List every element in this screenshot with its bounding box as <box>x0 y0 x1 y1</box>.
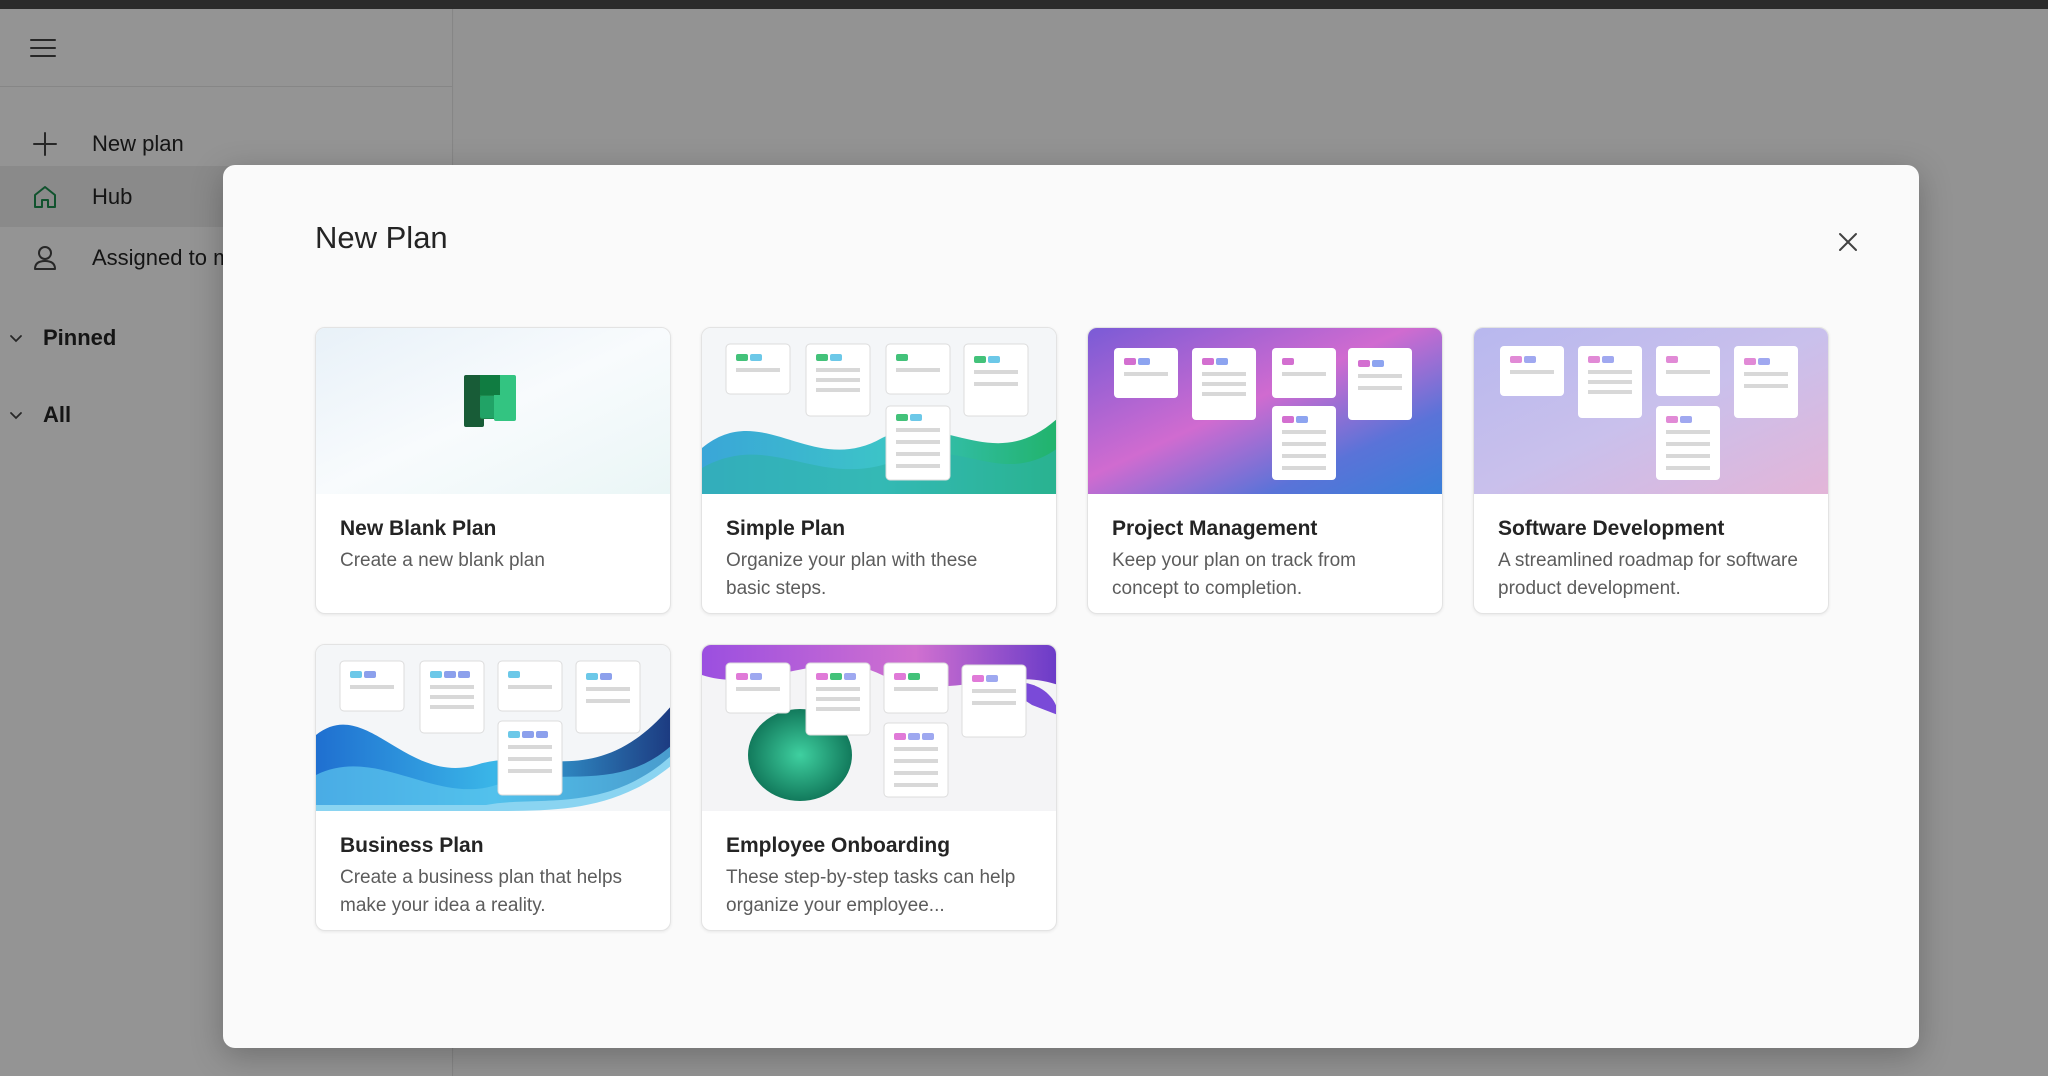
close-icon[interactable] <box>1833 227 1863 257</box>
template-card-software-development[interactable]: Software Development A streamlined roadm… <box>1473 327 1829 614</box>
template-card-new-blank-plan[interactable]: New Blank Plan Create a new blank plan <box>315 327 671 614</box>
template-title: Business Plan <box>340 834 484 857</box>
template-title: Software Development <box>1498 517 1725 540</box>
template-card-employee-onboarding[interactable]: Employee Onboarding These step-by-step t… <box>701 644 1057 931</box>
template-description: These step-by-step tasks can help organi… <box>726 867 1016 916</box>
template-thumbnail <box>1474 328 1828 494</box>
template-title: New Blank Plan <box>340 517 497 540</box>
template-thumbnail <box>702 328 1056 494</box>
template-card-business-plan[interactable]: Business Plan Create a business plan tha… <box>315 644 671 931</box>
new-plan-dialog: New Plan New Blank Plan Create a new bla… <box>223 165 1919 1048</box>
template-description: Organize your plan with these basic step… <box>726 550 978 599</box>
template-card-simple-plan[interactable]: Simple Plan Organize your plan with thes… <box>701 327 1057 614</box>
template-card-project-management[interactable]: Project Management Keep your plan on tra… <box>1087 327 1443 614</box>
template-description: Create a new blank plan <box>340 550 545 571</box>
dialog-title: New Plan <box>315 220 448 255</box>
template-thumbnail <box>1088 328 1442 494</box>
template-thumbnail <box>316 328 670 494</box>
template-thumbnail <box>702 645 1056 811</box>
template-thumbnail <box>316 645 670 811</box>
template-title: Simple Plan <box>726 517 846 540</box>
template-description: A streamlined roadmap for software produ… <box>1498 550 1798 599</box>
window-top-bar <box>0 0 2048 9</box>
template-description: Create a business plan that helps make y… <box>340 867 623 916</box>
template-title: Project Management <box>1112 517 1318 540</box>
template-description: Keep your plan on track from concept to … <box>1112 550 1356 599</box>
template-title: Employee Onboarding <box>726 834 951 857</box>
